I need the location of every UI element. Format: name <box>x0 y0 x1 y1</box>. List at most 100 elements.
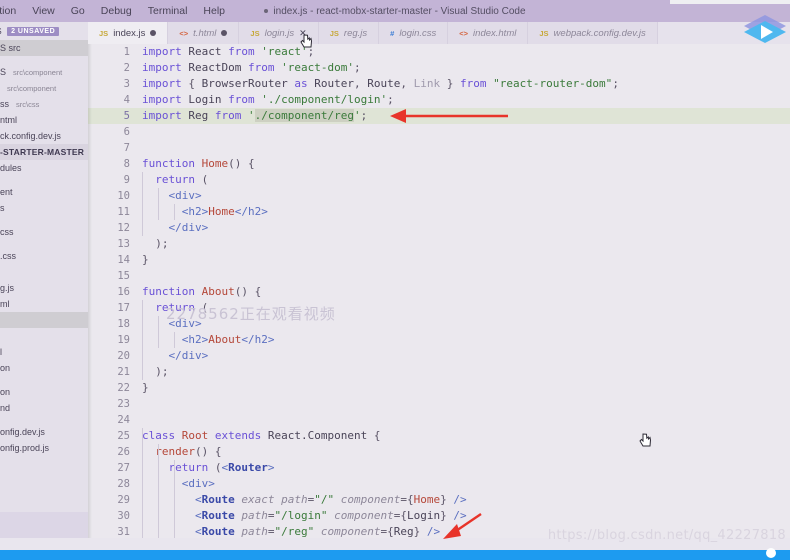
explorer-item[interactable]: ntml <box>0 112 88 128</box>
status-bar[interactable] <box>0 548 790 560</box>
code-line[interactable]: 27 return (<Router> <box>88 460 790 476</box>
editor-tab-index-js[interactable]: JS index.js <box>88 22 169 44</box>
explorer-item[interactable]: l <box>0 344 88 360</box>
explorer-sidebar[interactable]: S 2 UNSAVED S srcSsrc\componentsrc\compo… <box>0 22 88 538</box>
editor-tab-login-js[interactable]: JS login.js ✕ <box>239 22 319 44</box>
window-controls-strip[interactable] <box>670 0 790 4</box>
explorer-item[interactable]: ml <box>0 296 88 312</box>
editor-tab-index-html[interactable]: <> index.html <box>448 22 529 44</box>
code-line[interactable]: 28 <div> <box>88 476 790 492</box>
code-line[interactable]: 21 ); <box>88 364 790 380</box>
code-line[interactable]: 24 <box>88 412 790 428</box>
explorer-item[interactable]: Ssrc\component <box>0 64 88 80</box>
code-line[interactable]: 25 class Root extends React.Component { <box>88 428 790 444</box>
code-line[interactable]: 7 <box>88 140 790 156</box>
editor-tab-reg-js[interactable]: JS reg.js <box>318 22 380 44</box>
editor-tab-label: login.css <box>399 27 437 39</box>
code-line[interactable]: 12 </div> <box>88 220 790 236</box>
explorer-item[interactable]: onfig.prod.js <box>0 440 88 456</box>
code-line[interactable]: 18 <div> <box>88 316 790 332</box>
explorer-item[interactable]: onfig.dev.js <box>0 424 88 440</box>
explorer-item[interactable]: nd <box>0 400 88 416</box>
menu-item-debug[interactable]: Debug <box>93 0 140 22</box>
line-number: 28 <box>117 478 130 490</box>
play-button-icon[interactable] <box>742 12 788 54</box>
explorer-item[interactable]: ck.config.dev.js <box>0 128 88 144</box>
editor-tab-label: index.html <box>473 27 517 39</box>
code-editor[interactable]: 1 import React from 'react'; 2 import React… <box>88 44 790 538</box>
code-line[interactable]: 4 import Login from './component/login'; <box>88 92 790 108</box>
editor-tab-bar[interactable]: JS index.js <> t.html JS login.js ✕ JS reg.js # lo… <box>88 22 790 44</box>
menu-item-help[interactable]: Help <box>195 0 233 22</box>
code-line[interactable]: 29 <Route exact path="/" component={Home… <box>88 492 790 508</box>
status-bar-knob[interactable] <box>766 548 776 558</box>
title-bar: ction View Go Debug Terminal Help index.… <box>0 0 790 22</box>
code-line[interactable]: 30 <Route path="/login" component={Login… <box>88 508 790 524</box>
code-line[interactable]: 26 render() { <box>88 444 790 460</box>
line-number: 8 <box>123 158 130 170</box>
explorer-item[interactable]: -STARTER-MASTER <box>0 144 88 160</box>
explorer-item[interactable]: ent <box>0 184 88 200</box>
code-line[interactable]: 1 import React from 'react'; <box>88 44 790 60</box>
explorer-item[interactable]: S src <box>0 40 88 56</box>
explorer-item-label: ml <box>0 299 10 309</box>
code-line[interactable]: 13 ); <box>88 236 790 252</box>
code-line[interactable]: 8 function Home() { <box>88 156 790 172</box>
explorer-item-label: ntml <box>0 115 18 125</box>
explorer-item-label: S <box>0 67 7 77</box>
explorer-item[interactable]: g.js <box>0 280 88 296</box>
tab-close-icon[interactable]: ✕ <box>299 28 307 39</box>
code-line[interactable]: 22} <box>88 380 790 396</box>
explorer-item-label: onfig.prod.js <box>0 443 50 453</box>
code-line[interactable]: 5 import Reg from './component/reg'; <box>88 108 790 124</box>
line-number: 5 <box>123 110 130 122</box>
code-line[interactable]: 2 import ReactDom from 'react-dom'; <box>88 60 790 76</box>
menu-item-view[interactable]: View <box>24 0 63 22</box>
explorer-item[interactable]: on <box>0 360 88 376</box>
explorer-item[interactable]: css <box>0 224 88 240</box>
explorer-item[interactable]: .css <box>0 248 88 264</box>
tab-dirty-indicator-icon[interactable] <box>221 30 228 36</box>
explorer-item[interactable]: src\component <box>0 80 88 96</box>
html-file-icon: <> <box>179 28 189 38</box>
menu-item-selection[interactable]: ction <box>0 0 24 22</box>
code-line[interactable]: 23 <box>88 396 790 412</box>
code-line[interactable]: 17 return ( <box>88 300 790 316</box>
code-line[interactable]: 15 <box>88 268 790 284</box>
code-line-text: import React from 'react'; <box>142 45 315 58</box>
code-line-text: return ( <box>155 173 209 186</box>
code-content[interactable]: 1 import React from 'react'; 2 import React… <box>88 44 790 538</box>
code-line[interactable]: 20 </div> <box>88 348 790 364</box>
menu-item-terminal[interactable]: Terminal <box>140 0 196 22</box>
code-line[interactable]: 10 <div> <box>88 188 790 204</box>
code-line[interactable]: 19 <h2>About</h2> <box>88 332 790 348</box>
editor-tab-label: index.js <box>113 27 146 39</box>
explorer-item[interactable]: on <box>0 384 88 400</box>
code-line-text: <Route path="/reg" component={Reg} /> <box>195 525 441 538</box>
line-number: 10 <box>117 190 130 202</box>
code-line[interactable]: 3 import { BrowserRouter as Router, Route… <box>88 76 790 92</box>
editor-tab-t-html[interactable]: <> t.html <box>168 22 240 44</box>
explorer-item[interactable]: ss src\css <box>0 96 88 112</box>
explorer-item[interactable]: s <box>0 200 88 216</box>
code-line[interactable]: 6 <box>88 124 790 140</box>
explorer-spacer <box>0 272 88 280</box>
explorer-item-label: css <box>0 227 14 237</box>
line-number: 16 <box>117 286 130 298</box>
tab-dirty-indicator-icon[interactable] <box>150 30 157 36</box>
code-line[interactable]: 16 function About() { <box>88 284 790 300</box>
code-line-text: function Home() { <box>142 157 255 170</box>
explorer-item[interactable] <box>0 312 88 328</box>
code-line[interactable]: 14} <box>88 252 790 268</box>
code-line[interactable]: 9 return ( <box>88 172 790 188</box>
editor-tab-webpack-config-dev-js[interactable]: JS webpack.config.dev.js <box>528 22 658 44</box>
explorer-item[interactable]: dules <box>0 160 88 176</box>
menu-item-go[interactable]: Go <box>63 0 93 22</box>
line-number: 18 <box>117 318 130 330</box>
explorer-file-list[interactable]: S src Ssrc\component src\component ss src\cs… <box>0 40 88 456</box>
explorer-item-label: -STARTER-MASTER <box>0 147 85 157</box>
line-number: 19 <box>117 334 130 346</box>
editor-tab-login-css[interactable]: # login.css <box>379 22 449 44</box>
code-line[interactable]: 31 <Route path="/reg" component={Reg} /> <box>88 524 790 538</box>
code-line[interactable]: 11 <h2>Home</h2> <box>88 204 790 220</box>
